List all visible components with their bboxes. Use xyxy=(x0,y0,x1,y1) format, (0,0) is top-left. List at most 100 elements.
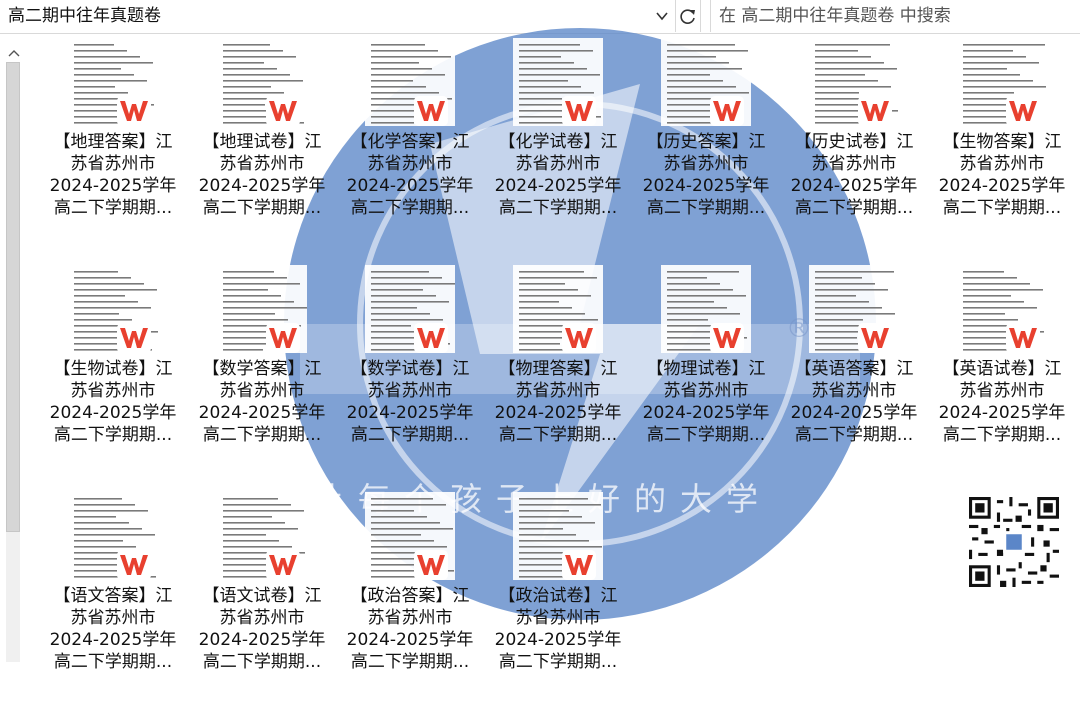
scrollbar-thumb[interactable] xyxy=(6,62,20,532)
chevron-down-icon[interactable] xyxy=(654,8,670,24)
file-name[interactable]: 【物理答案】江 苏省苏州市 2024-2025学年 高二下学期期... xyxy=(492,358,624,446)
wps-logo-icon xyxy=(266,323,300,353)
wps-logo-icon xyxy=(414,323,448,353)
file-name-line4: 高二下学期期... xyxy=(53,198,173,218)
file-name-line2: 苏省苏州市 xyxy=(515,154,601,174)
wps-logo-icon xyxy=(710,323,744,353)
file-name[interactable]: 【生物答案】江 苏省苏州市 2024-2025学年 高二下学期期... xyxy=(936,131,1068,219)
file-item[interactable]: 【地理试卷】江 苏省苏州市 2024-2025学年 高二下学期期... xyxy=(196,38,328,258)
file-item[interactable]: 【历史答案】江 苏省苏州市 2024-2025学年 高二下学期期... xyxy=(640,38,772,258)
address-bar[interactable]: 高二期中往年真题卷 xyxy=(0,0,676,32)
file-name-line4: 高二下学期期... xyxy=(498,198,618,218)
file-name-line4: 高二下学期期... xyxy=(942,198,1062,218)
wps-logo-icon xyxy=(117,96,151,126)
wps-logo-icon xyxy=(858,96,892,126)
file-name-line2: 苏省苏州市 xyxy=(515,608,601,628)
file-name-line2: 苏省苏州市 xyxy=(959,154,1045,174)
file-name[interactable]: 【化学答案】江 苏省苏州市 2024-2025学年 高二下学期期... xyxy=(344,131,476,219)
wps-logo-icon xyxy=(1006,96,1040,126)
file-name[interactable]: 【历史试卷】江 苏省苏州市 2024-2025学年 高二下学期期... xyxy=(788,131,920,219)
file-item[interactable]: 【英语试卷】江 苏省苏州市 2024-2025学年 高二下学期期... xyxy=(936,265,1068,485)
file-item[interactable]: 【英语答案】江 苏省苏州市 2024-2025学年 高二下学期期... xyxy=(788,265,920,485)
file-item[interactable]: 【物理试卷】江 苏省苏州市 2024-2025学年 高二下学期期... xyxy=(640,265,772,485)
file-item[interactable]: 【物理答案】江 苏省苏州市 2024-2025学年 高二下学期期... xyxy=(492,265,624,485)
file-name-line2: 苏省苏州市 xyxy=(515,381,601,401)
file-name-line4: 高二下学期期... xyxy=(350,425,470,445)
file-item[interactable]: 【语文答案】江 苏省苏州市 2024-2025学年 高二下学期期... xyxy=(47,492,179,712)
scroll-up-arrow-icon[interactable] xyxy=(2,46,24,60)
file-name-line3: 2024-2025学年 xyxy=(346,630,474,650)
file-name-line3: 2024-2025学年 xyxy=(494,630,622,650)
file-name-line2: 苏省苏州市 xyxy=(219,154,305,174)
file-name-line2: 苏省苏州市 xyxy=(70,154,156,174)
file-item[interactable]: 【政治答案】江 苏省苏州市 2024-2025学年 高二下学期期... xyxy=(344,492,476,712)
file-name-line2: 苏省苏州市 xyxy=(663,154,749,174)
file-name-line1: 【英语试卷】江 xyxy=(942,359,1062,379)
file-item[interactable]: 【生物答案】江 苏省苏州市 2024-2025学年 高二下学期期... xyxy=(936,38,1068,258)
file-name-line4: 高二下学期期... xyxy=(794,425,914,445)
address-path[interactable]: 高二期中往年真题卷 xyxy=(8,5,161,27)
file-name-line4: 高二下学期期... xyxy=(646,425,766,445)
file-name-line2: 苏省苏州市 xyxy=(367,608,453,628)
file-name-line1: 【历史试卷】江 xyxy=(794,132,914,152)
file-name-line3: 2024-2025学年 xyxy=(49,176,177,196)
file-name-line1: 【政治试卷】江 xyxy=(498,586,618,606)
file-name-line1: 【地理答案】江 xyxy=(53,132,173,152)
file-name-line4: 高二下学期期... xyxy=(646,198,766,218)
wps-logo-icon xyxy=(562,96,596,126)
wps-logo-icon xyxy=(266,550,300,580)
file-item[interactable]: 【语文试卷】江 苏省苏州市 2024-2025学年 高二下学期期... xyxy=(196,492,328,712)
file-name-line1: 【生物试卷】江 xyxy=(53,359,173,379)
file-name-line3: 2024-2025学年 xyxy=(346,176,474,196)
file-name-line2: 苏省苏州市 xyxy=(219,608,305,628)
file-name[interactable]: 【数学答案】江 苏省苏州市 2024-2025学年 高二下学期期... xyxy=(196,358,328,446)
file-name-line1: 【语文试卷】江 xyxy=(202,586,322,606)
file-item[interactable]: 【历史试卷】江 苏省苏州市 2024-2025学年 高二下学期期... xyxy=(788,38,920,258)
file-name-line4: 高二下学期期... xyxy=(350,652,470,672)
file-name-line4: 高二下学期期... xyxy=(350,198,470,218)
file-name-line3: 2024-2025学年 xyxy=(346,403,474,423)
file-name[interactable]: 【英语答案】江 苏省苏州市 2024-2025学年 高二下学期期... xyxy=(788,358,920,446)
file-name-line4: 高二下学期期... xyxy=(498,425,618,445)
file-name[interactable]: 【语文答案】江 苏省苏州市 2024-2025学年 高二下学期期... xyxy=(47,585,179,673)
wps-logo-icon xyxy=(414,550,448,580)
file-item[interactable]: 【生物试卷】江 苏省苏州市 2024-2025学年 高二下学期期... xyxy=(47,265,179,485)
search-placeholder[interactable]: 在 高二期中往年真题卷 中搜索 xyxy=(719,5,951,27)
file-item[interactable]: 【数学答案】江 苏省苏州市 2024-2025学年 高二下学期期... xyxy=(196,265,328,485)
search-box[interactable]: 在 高二期中往年真题卷 中搜索 xyxy=(710,0,1080,32)
file-name[interactable]: 【历史答案】江 苏省苏州市 2024-2025学年 高二下学期期... xyxy=(640,131,772,219)
file-name[interactable]: 【数学试卷】江 苏省苏州市 2024-2025学年 高二下学期期... xyxy=(344,358,476,446)
file-item[interactable]: 【化学答案】江 苏省苏州市 2024-2025学年 高二下学期期... xyxy=(344,38,476,258)
file-name[interactable]: 【政治试卷】江 苏省苏州市 2024-2025学年 高二下学期期... xyxy=(492,585,624,673)
file-item[interactable]: 【政治试卷】江 苏省苏州市 2024-2025学年 高二下学期期... xyxy=(492,492,624,712)
file-item[interactable]: 【地理答案】江 苏省苏州市 2024-2025学年 高二下学期期... xyxy=(47,38,179,258)
file-name[interactable]: 【生物试卷】江 苏省苏州市 2024-2025学年 高二下学期期... xyxy=(47,358,179,446)
file-name-line3: 2024-2025学年 xyxy=(494,176,622,196)
file-name[interactable]: 【语文试卷】江 苏省苏州市 2024-2025学年 高二下学期期... xyxy=(196,585,328,673)
file-name-line3: 2024-2025学年 xyxy=(938,176,1066,196)
file-name-line1: 【化学试卷】江 xyxy=(498,132,618,152)
file-name-line2: 苏省苏州市 xyxy=(959,381,1045,401)
file-name-line1: 【地理试卷】江 xyxy=(202,132,322,152)
file-name-line4: 高二下学期期... xyxy=(202,425,322,445)
file-name-line1: 【数学试卷】江 xyxy=(350,359,470,379)
file-name-line4: 高二下学期期... xyxy=(794,198,914,218)
file-name[interactable]: 【政治答案】江 苏省苏州市 2024-2025学年 高二下学期期... xyxy=(344,585,476,673)
file-name[interactable]: 【地理试卷】江 苏省苏州市 2024-2025学年 高二下学期期... xyxy=(196,131,328,219)
file-item[interactable]: 【化学试卷】江 苏省苏州市 2024-2025学年 高二下学期期... xyxy=(492,38,624,258)
file-name[interactable]: 【物理试卷】江 苏省苏州市 2024-2025学年 高二下学期期... xyxy=(640,358,772,446)
file-name-line3: 2024-2025学年 xyxy=(642,176,770,196)
file-item[interactable]: 【数学试卷】江 苏省苏州市 2024-2025学年 高二下学期期... xyxy=(344,265,476,485)
file-name-line2: 苏省苏州市 xyxy=(811,154,897,174)
wps-logo-icon xyxy=(562,550,596,580)
explorer-toolbar: 高二期中往年真题卷 在 高二期中往年真题卷 中搜索 xyxy=(0,0,1080,34)
refresh-button[interactable] xyxy=(676,0,701,32)
file-name-line3: 2024-2025学年 xyxy=(938,403,1066,423)
file-name[interactable]: 【化学试卷】江 苏省苏州市 2024-2025学年 高二下学期期... xyxy=(492,131,624,219)
wps-logo-icon xyxy=(266,96,300,126)
file-name-line4: 高二下学期期... xyxy=(498,652,618,672)
file-name[interactable]: 【英语试卷】江 苏省苏州市 2024-2025学年 高二下学期期... xyxy=(936,358,1068,446)
file-name[interactable]: 【地理答案】江 苏省苏州市 2024-2025学年 高二下学期期... xyxy=(47,131,179,219)
file-name-line4: 高二下学期期... xyxy=(202,652,322,672)
file-name-line1: 【英语答案】江 xyxy=(794,359,914,379)
